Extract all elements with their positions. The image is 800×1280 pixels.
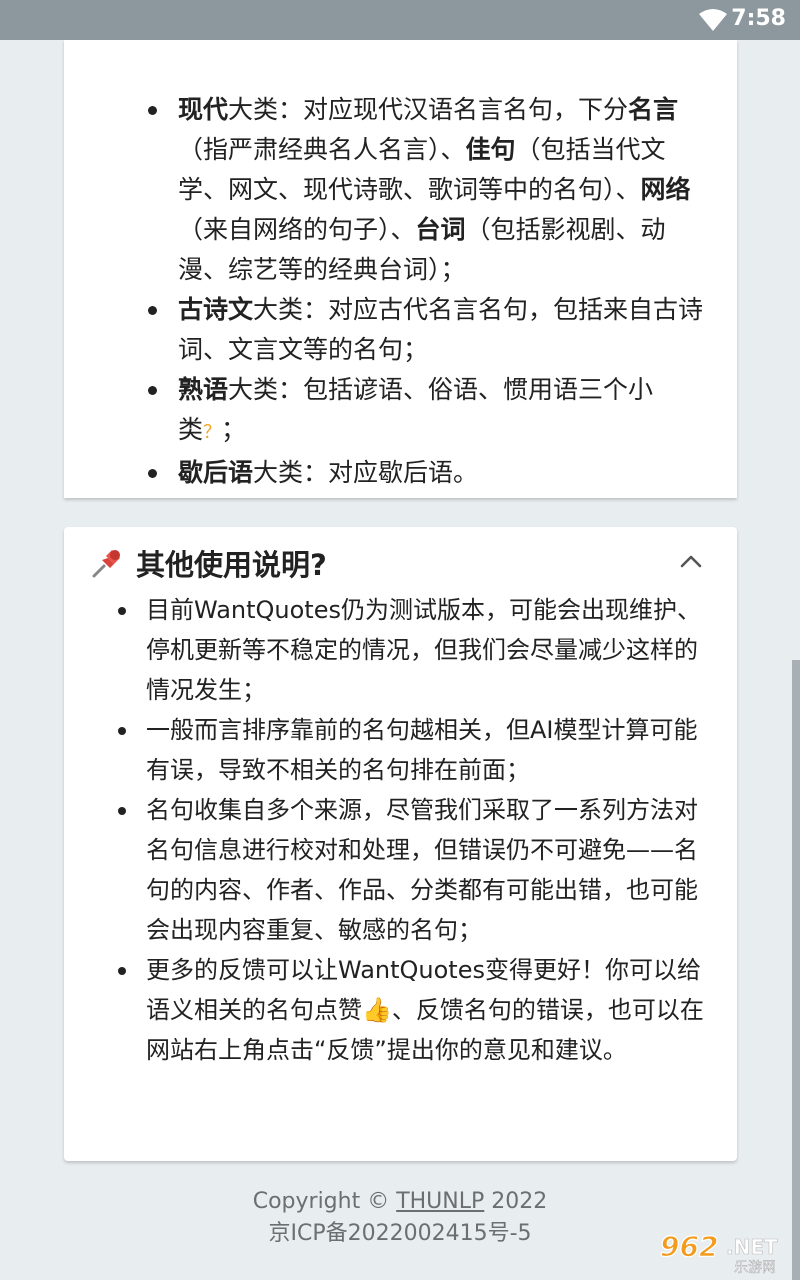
svg-text:.NET: .NET xyxy=(726,1235,778,1259)
category-name: 熟语 xyxy=(178,375,229,404)
svg-text:962: 962 xyxy=(660,1230,718,1263)
wifi-icon xyxy=(699,9,727,31)
thunlp-link[interactable]: THUNLP xyxy=(396,1189,484,1214)
help-icon[interactable]: ？ xyxy=(203,422,221,443)
category-name: 佳句 xyxy=(465,135,516,164)
copyright-year: 2022 xyxy=(484,1189,548,1214)
category-name: 现代 xyxy=(178,95,229,124)
usage-notes-card: 其他使用说明? 目前WantQuotes仍为测试版本，可能会出现维护、停机更新等… xyxy=(64,527,737,1161)
category-name: 歇后语 xyxy=(178,458,254,487)
category-item: 歇后语大类：对应歇后语。 xyxy=(148,453,713,493)
category-text: 大类：对应古代名言名句，包括来自古诗词、文言文等的名句； xyxy=(178,295,704,364)
clock: 7:58 xyxy=(731,6,786,31)
svg-text:乐游网: 乐游网 xyxy=(734,1260,776,1276)
watermark-logo: 962 .NET 乐游网 xyxy=(659,1229,778,1276)
category-text: 大类：对应歇后语。 xyxy=(253,458,479,487)
category-name: 台词 xyxy=(415,215,466,244)
usage-note-item: 一般而言排序靠前的名句越相关，但AI模型计算可能有误，导致不相关的名句排在前面； xyxy=(118,710,711,790)
pushpin-icon xyxy=(92,550,120,578)
usage-note-item: 名句收集自多个来源，尽管我们采取了一系列方法对名句信息进行校对和处理，但错误仍不… xyxy=(118,790,711,950)
category-item: 熟语大类：包括谚语、俗语、惯用语三个小类？； xyxy=(148,370,713,453)
category-text: ； xyxy=(221,415,247,444)
scrollbar[interactable] xyxy=(792,660,800,1280)
category-text: （指严肃经典名人名言）、 xyxy=(178,135,466,164)
category-text: 大类：包括谚语、俗语、惯用语三个小类 xyxy=(178,375,654,444)
categories-card: 现代大类：对应现代汉语名言名句，下分名言（指严肃经典名人名言）、佳句（包括当代文… xyxy=(64,40,737,498)
category-item: 古诗文大类：对应古代名言名句，包括来自古诗词、文言文等的名句； xyxy=(148,290,713,370)
categories-list: 现代大类：对应现代汉语名言名句，下分名言（指严肃经典名人名言）、佳句（包括当代文… xyxy=(148,90,713,493)
chevron-up-icon[interactable] xyxy=(679,553,703,569)
category-item: 现代大类：对应现代汉语名言名句，下分名言（指严肃经典名人名言）、佳句（包括当代文… xyxy=(148,90,713,290)
usage-note-item: 更多的反馈可以让WantQuotes变得更好！你可以给语义相关的名句点赞👍、反馈… xyxy=(118,950,711,1070)
category-name: 名言 xyxy=(628,95,679,124)
category-name: 网络 xyxy=(640,175,691,204)
usage-notes-list: 目前WantQuotes仍为测试版本，可能会出现维护、停机更新等不稳定的情况，但… xyxy=(118,590,711,1070)
category-text: 大类：对应现代汉语名言名句，下分 xyxy=(228,95,629,124)
category-text: （来自网络的句子）、 xyxy=(178,215,416,244)
section-title: 其他使用说明? xyxy=(136,548,327,582)
usage-note-item: 目前WantQuotes仍为测试版本，可能会出现维护、停机更新等不稳定的情况，但… xyxy=(118,590,711,710)
category-name: 古诗文 xyxy=(178,295,254,324)
status-bar: 7:58 xyxy=(0,0,800,40)
copyright-line: Copyright © THUNLP 2022 xyxy=(0,1186,800,1218)
usage-notes-header[interactable]: 其他使用说明? xyxy=(90,541,327,585)
copyright-prefix: Copyright © xyxy=(252,1189,397,1214)
